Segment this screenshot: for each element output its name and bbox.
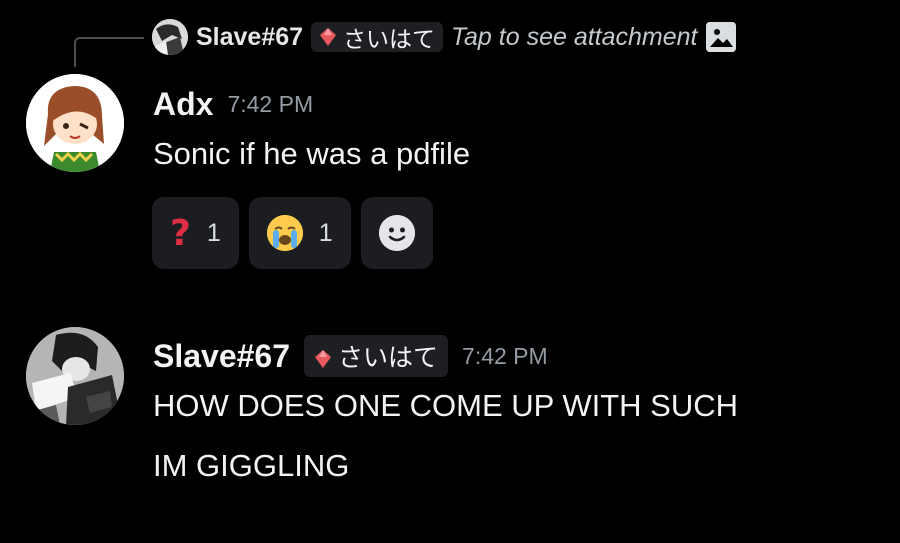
timestamp: 7:42 PM — [227, 90, 314, 117]
message-text-line-1: HOW DOES ONE COME UP WITH SUCH — [153, 388, 739, 423]
reaction-bar: ? 1 1 — [152, 197, 433, 269]
message-adx: Adx 7:42 PM Sonic if he was a pdfile — [153, 84, 470, 184]
reaction-count: 1 — [318, 218, 333, 247]
avatar[interactable] — [26, 327, 124, 425]
message-header: Slave#67 さいはて 7:42 PM — [153, 335, 738, 377]
add-reaction-button[interactable] — [360, 197, 433, 269]
message-slave67: Slave#67 さいはて 7:42 PM HOW DOES ONE COME … — [153, 335, 739, 496]
message-text-line-2: IM GIGGLING — [153, 448, 350, 483]
gem-icon — [319, 27, 337, 47]
reply-author-name[interactable]: Slave#67 — [196, 23, 303, 52]
avatar[interactable] — [26, 74, 124, 172]
timestamp: 7:42 PM — [462, 342, 548, 369]
reply-text[interactable]: Tap to see attachment — [451, 23, 697, 52]
gem-icon — [314, 346, 332, 368]
reply-author-avatar[interactable] — [152, 19, 188, 55]
server-tag[interactable]: さいはて — [311, 22, 444, 53]
message-header: Adx 7:42 PM — [153, 84, 470, 124]
reply-preview[interactable]: Slave#67 さいはて Tap to see attachment — [152, 18, 736, 56]
server-tag[interactable]: さいはて — [304, 335, 449, 377]
question-mark-icon: ? — [170, 212, 191, 254]
reaction-crying[interactable]: 1 — [248, 197, 351, 269]
server-tag-label: さいはて — [343, 27, 436, 53]
smiley-face-icon — [378, 215, 415, 251]
message-text: Sonic if he was a pdfile — [153, 136, 471, 171]
reaction-question[interactable]: ? 1 — [152, 197, 239, 269]
image-icon — [705, 22, 736, 52]
author-name[interactable]: Slave#67 — [153, 338, 290, 375]
reply-connector-line — [74, 37, 144, 67]
loudly-crying-face-icon — [266, 215, 303, 251]
reaction-count: 1 — [206, 218, 221, 247]
server-tag-label: さいはて — [338, 343, 439, 372]
author-name[interactable]: Adx — [153, 86, 213, 123]
